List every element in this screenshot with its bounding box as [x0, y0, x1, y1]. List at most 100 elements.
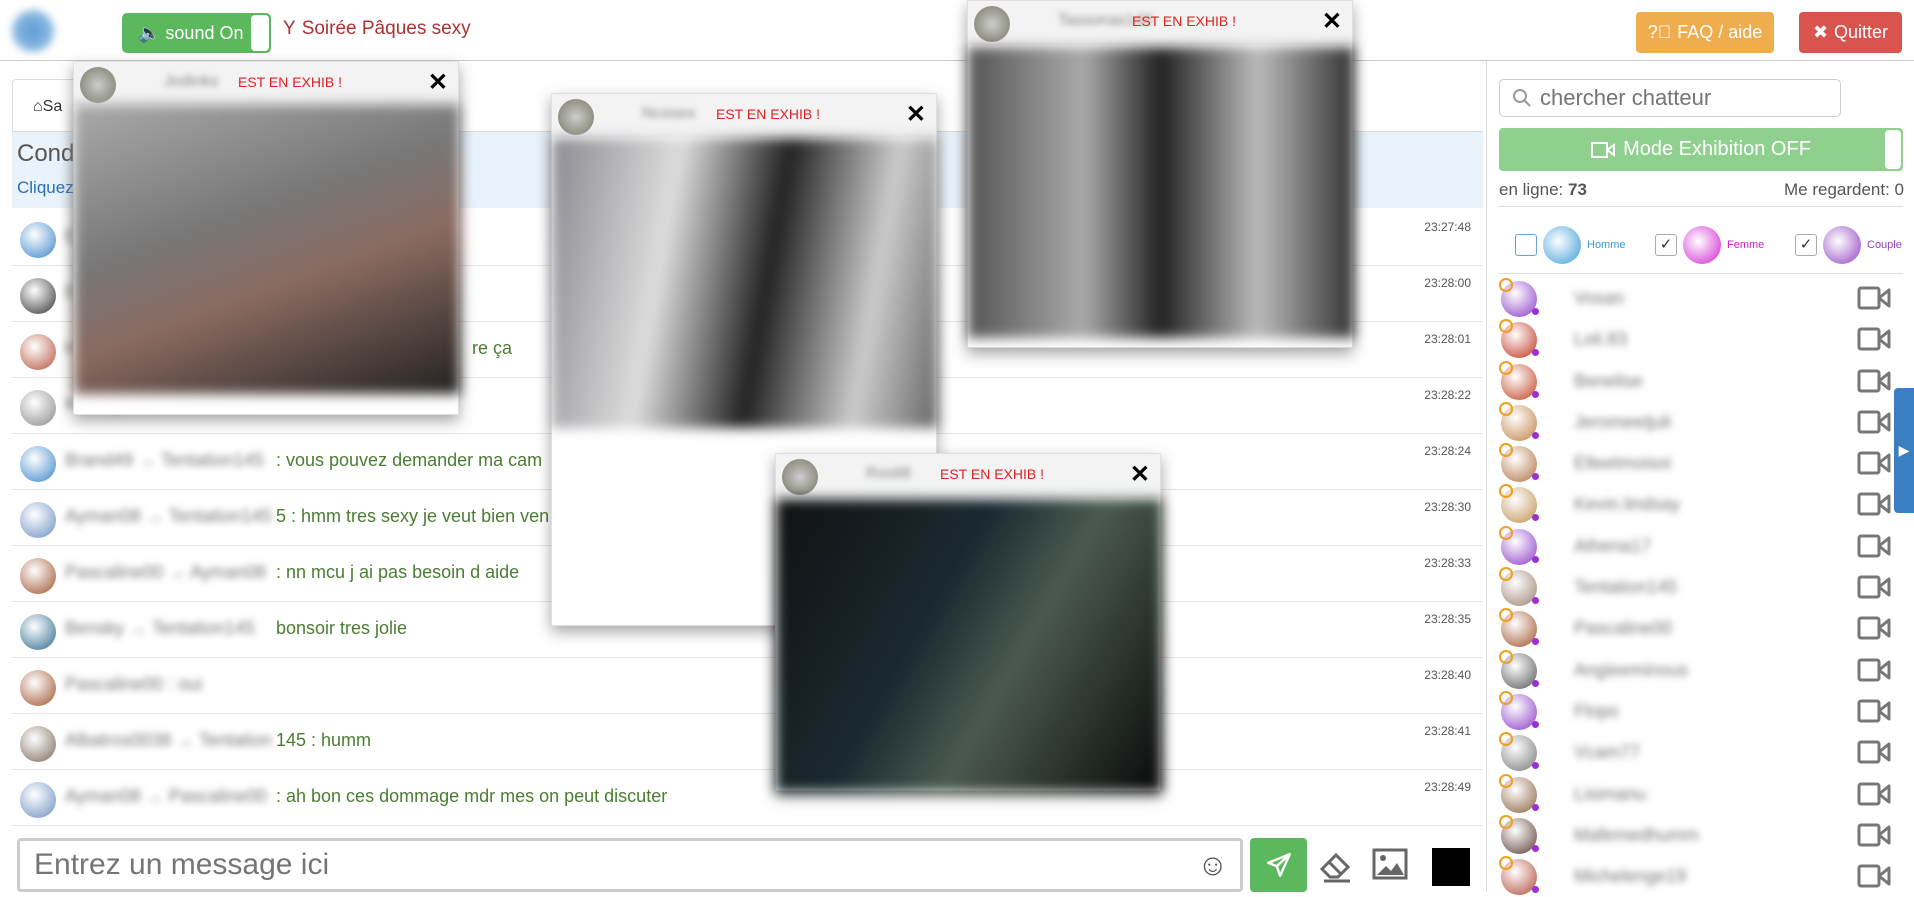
sound-toggle-button[interactable]: 🔈 sound On	[122, 13, 271, 53]
user-name[interactable]: Lisimanu	[1574, 784, 1646, 805]
exhibition-mode-toggle[interactable]: Mode Exhibition OFF	[1499, 128, 1903, 171]
user-name[interactable]: Mafemedhumm	[1574, 825, 1699, 846]
avatar[interactable]	[20, 614, 56, 650]
webcam-video[interactable]	[74, 104, 460, 394]
avatar[interactable]	[20, 782, 56, 818]
user-name[interactable]: Benelise	[1574, 371, 1643, 392]
video-camera-icon[interactable]	[1857, 533, 1891, 564]
close-icon[interactable]: ✕	[906, 100, 926, 129]
image-icon[interactable]	[1372, 848, 1408, 880]
search-input[interactable]	[1540, 85, 1830, 111]
video-camera-icon[interactable]	[1857, 409, 1891, 440]
color-picker-button[interactable]	[1432, 848, 1470, 886]
filter-checkbox[interactable]: ✓	[1655, 234, 1677, 256]
faq-button[interactable]: ?⃝ FAQ / aide	[1636, 12, 1774, 53]
message-author[interactable]: Ayman08 → Pascaline00	[65, 786, 267, 807]
user-name[interactable]: Vcam77	[1574, 742, 1640, 763]
user-list-item[interactable]: Kevin.lindsay	[1499, 484, 1903, 525]
exhib-popup[interactable]: Rosli8 EST EN EXHIB ! ✕	[775, 453, 1162, 792]
message-input[interactable]	[20, 841, 1120, 889]
filter-checkbox[interactable]	[1515, 234, 1537, 256]
soiree-link[interactable]: Y Soirée Pâques sexy	[283, 18, 471, 40]
send-button[interactable]	[1250, 838, 1307, 892]
video-camera-icon[interactable]	[1857, 574, 1891, 605]
user-name[interactable]: Tentation145	[1574, 577, 1677, 598]
video-camera-icon[interactable]	[1857, 285, 1891, 316]
eraser-icon[interactable]	[1316, 845, 1356, 885]
user-name[interactable]: Flopo	[1574, 701, 1619, 722]
user-list-item[interactable]: Vosan	[1499, 278, 1903, 319]
user-list-item[interactable]: Elleetmoisoi	[1499, 443, 1903, 484]
video-camera-icon[interactable]	[1857, 450, 1891, 481]
avatar[interactable]	[20, 558, 56, 594]
user-list-item[interactable]: Tentation145	[1499, 567, 1903, 608]
video-camera-icon[interactable]	[1857, 491, 1891, 522]
user-list-item[interactable]: Loli.83	[1499, 319, 1903, 360]
filter-homme[interactable]: Homme	[1515, 226, 1626, 264]
close-icon[interactable]: ✕	[428, 68, 448, 97]
user-name[interactable]: Angieeminous	[1574, 660, 1688, 681]
user-list-item[interactable]: Vcam77	[1499, 732, 1903, 773]
video-camera-icon[interactable]	[1857, 698, 1891, 729]
logo[interactable]	[12, 10, 54, 52]
avatar[interactable]	[20, 222, 56, 258]
close-icon[interactable]: ✕	[1130, 460, 1150, 489]
avatar[interactable]	[20, 726, 56, 762]
user-list-item[interactable]: Pascaline00	[1499, 608, 1903, 649]
message-author[interactable]: Pascaline00 → Ayman08	[65, 562, 266, 583]
video-camera-icon[interactable]	[1857, 657, 1891, 688]
user-list-item[interactable]: Michelenge19	[1499, 856, 1903, 897]
user-list-item[interactable]: Lisimanu	[1499, 773, 1903, 815]
avatar[interactable]	[20, 446, 56, 482]
user-list-item[interactable]: Jeromeetjuli	[1499, 401, 1903, 443]
webcam-video[interactable]	[552, 138, 938, 428]
filter-femme[interactable]: ✓ Femme	[1655, 226, 1764, 264]
filter-couple[interactable]: ✓ Couple	[1795, 226, 1902, 264]
user-name[interactable]: Kevin.lindsay	[1574, 494, 1680, 515]
video-camera-icon[interactable]	[1857, 368, 1891, 399]
webcam-video[interactable]	[776, 499, 1162, 792]
user-list-item[interactable]: Flopo	[1499, 690, 1903, 732]
exhib-popup[interactable]: Tassonas148 EST EN EXHIB ! ✕	[967, 0, 1354, 348]
popup-header[interactable]: Tassonas148 EST EN EXHIB ! ✕	[968, 1, 1352, 45]
user-name[interactable]: Pascaline00	[1574, 618, 1672, 639]
user-name[interactable]: Athena17	[1574, 536, 1651, 557]
message-author[interactable]: Ayman08 → Tentation145	[65, 506, 271, 527]
user-list-item[interactable]: Angieeminous	[1499, 649, 1903, 691]
filter-checkbox[interactable]: ✓	[1795, 234, 1817, 256]
webcam-video[interactable]	[968, 47, 1354, 338]
video-camera-icon[interactable]	[1857, 739, 1891, 770]
search-box[interactable]	[1499, 79, 1841, 117]
user-name[interactable]: Jeromeetjuli	[1574, 412, 1671, 433]
avatar[interactable]	[20, 502, 56, 538]
message-author[interactable]: Albatros0038 → Tentation	[65, 730, 272, 751]
message-author[interactable]: Bensky → Tentation145	[65, 618, 255, 639]
user-name[interactable]: Elleetmoisoi	[1574, 453, 1671, 474]
video-camera-icon[interactable]	[1857, 615, 1891, 646]
quit-button[interactable]: ✖ Quitter	[1799, 12, 1902, 53]
avatar[interactable]	[20, 390, 56, 426]
video-camera-icon[interactable]	[1857, 326, 1891, 357]
popup-header[interactable]: Rosli8 EST EN EXHIB ! ✕	[776, 454, 1160, 498]
avatar[interactable]	[20, 334, 56, 370]
user-name[interactable]: Vosan	[1574, 288, 1624, 309]
message-author[interactable]: Brand49 → Tentation145	[65, 450, 264, 471]
close-icon[interactable]: ✕	[1322, 7, 1342, 36]
user-list-item[interactable]: Benelise	[1499, 360, 1903, 402]
popup-status: EST EN EXHIB !	[1132, 13, 1236, 29]
exhib-popup[interactable]: Jodinks EST EN EXHIB ! ✕	[73, 61, 460, 415]
video-camera-icon[interactable]	[1857, 822, 1891, 853]
user-name[interactable]: Michelenge19	[1574, 866, 1686, 887]
avatar[interactable]	[20, 670, 56, 706]
video-camera-icon[interactable]	[1857, 781, 1891, 812]
emoji-icon[interactable]: ☺	[1197, 849, 1228, 883]
user-list-item[interactable]: Mafemedhumm	[1499, 814, 1903, 856]
user-list-item[interactable]: Athena17	[1499, 525, 1903, 567]
video-camera-icon[interactable]	[1857, 863, 1891, 894]
message-author[interactable]: Pascaline00 : oui	[65, 674, 202, 695]
popup-header[interactable]: Ncosex EST EN EXHIB ! ✕	[552, 94, 936, 138]
expand-panel-tab[interactable]: ▶	[1894, 388, 1914, 513]
user-name[interactable]: Loli.83	[1574, 329, 1627, 350]
avatar[interactable]	[20, 278, 56, 314]
popup-header[interactable]: Jodinks EST EN EXHIB ! ✕	[74, 62, 458, 106]
